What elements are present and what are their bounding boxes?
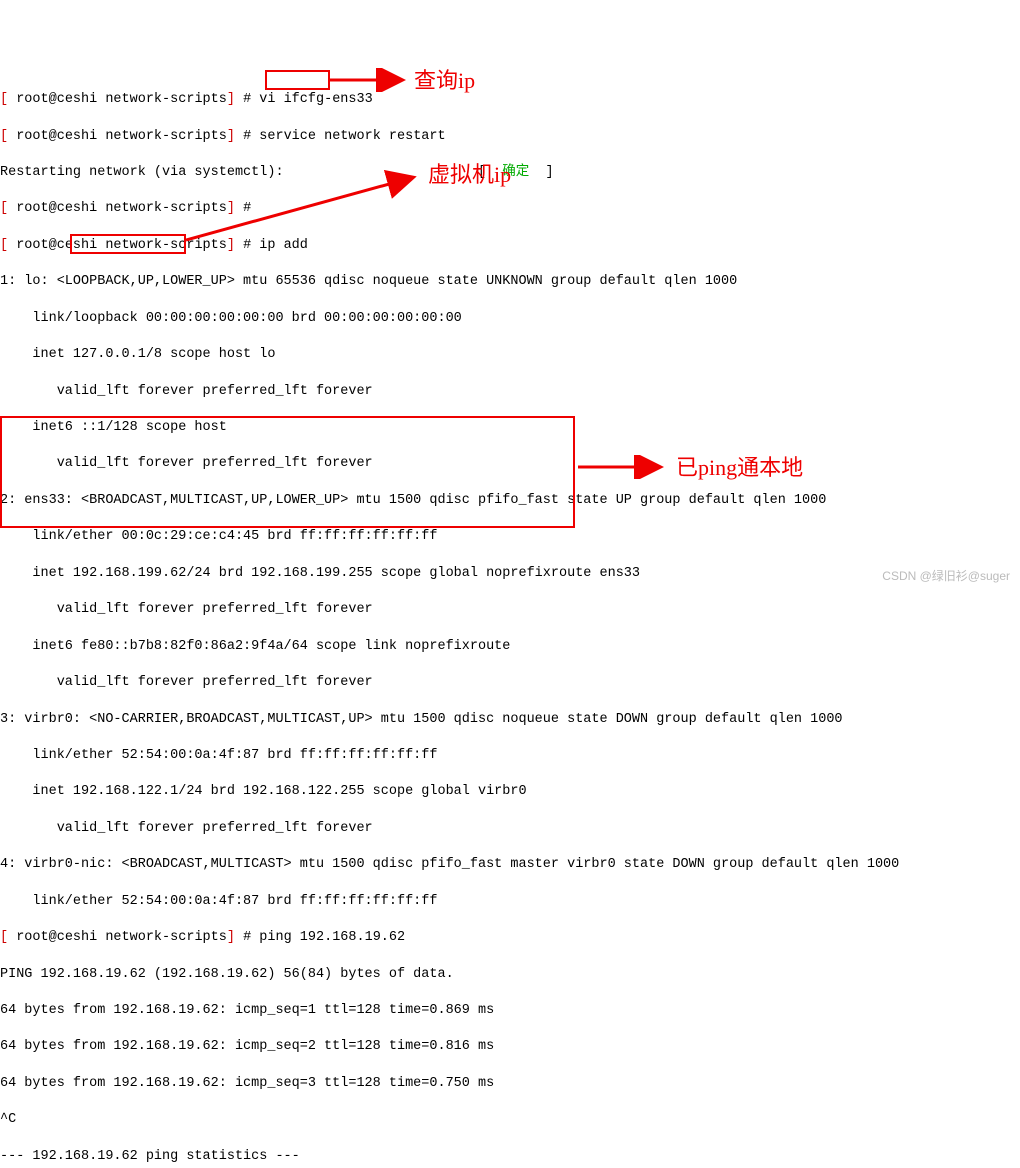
output-line: link/ether 00:0c:29:ce:c4:45 brd ff:ff:f… xyxy=(0,528,1020,546)
output-line: 64 bytes from 192.168.19.62: icmp_seq=1 … xyxy=(0,1002,1020,1020)
prompt-line[interactable]: [ root@ceshi network-scripts] # vi ifcfg… xyxy=(0,91,1020,109)
prompt: root@ceshi network-scripts xyxy=(8,92,227,107)
output-line: valid_lft forever preferred_lft forever xyxy=(0,820,1020,838)
output-line: link/ether 52:54:00:0a:4f:87 brd ff:ff:f… xyxy=(0,893,1020,911)
command-ip-add: ip add xyxy=(259,238,308,253)
prompt-line[interactable]: [ root@ceshi network-scripts] # service … xyxy=(0,128,1020,146)
output-line: inet6 ::1/128 scope host xyxy=(0,419,1020,437)
prompt: root@ceshi network-scripts xyxy=(8,129,227,144)
output-line: inet6 fe80::b7b8:82f0:86a2:9f4a/64 scope… xyxy=(0,638,1020,656)
output-line: 3: virbr0: <NO-CARRIER,BROADCAST,MULTICA… xyxy=(0,711,1020,729)
prompt-line[interactable]: [ root@ceshi network-scripts] # ip add xyxy=(0,237,1020,255)
output-line: 1: lo: <LOOPBACK,UP,LOWER_UP> mtu 65536 … xyxy=(0,273,1020,291)
output-line: valid_lft forever preferred_lft forever xyxy=(0,674,1020,692)
output-line: inet 127.0.0.1/8 scope host lo xyxy=(0,346,1020,364)
prompt: root@ceshi network-scripts xyxy=(8,201,227,216)
prompt-line[interactable]: [ root@ceshi network-scripts] # xyxy=(0,200,1020,218)
output-line: valid_lft forever preferred_lft forever xyxy=(0,383,1020,401)
output-line: inet 192.168.122.1/24 brd 192.168.122.25… xyxy=(0,783,1020,801)
terminal-output: [ root@ceshi network-scripts] # vi ifcfg… xyxy=(0,73,1020,1168)
prompt: root@ceshi network-scripts xyxy=(8,238,227,253)
output-line: 2: ens33: <BROADCAST,MULTICAST,UP,LOWER_… xyxy=(0,492,1020,510)
prompt: root@ceshi network-scripts xyxy=(8,930,227,945)
watermark: CSDN @绿旧衫@suger xyxy=(882,568,1010,584)
output-line: --- 192.168.19.62 ping statistics --- xyxy=(0,1148,1020,1166)
command: vi ifcfg-ens33 xyxy=(259,92,372,107)
command-ping: ping 192.168.19.62 xyxy=(259,930,405,945)
output-line: Restarting network (via systemctl): [ 确定… xyxy=(0,164,1020,182)
output-line: valid_lft forever preferred_lft forever xyxy=(0,455,1020,473)
output-line: 64 bytes from 192.168.19.62: icmp_seq=2 … xyxy=(0,1038,1020,1056)
prompt-line[interactable]: [ root@ceshi network-scripts] # ping 192… xyxy=(0,929,1020,947)
output-line: PING 192.168.19.62 (192.168.19.62) 56(84… xyxy=(0,966,1020,984)
output-line: 4: virbr0-nic: <BROADCAST,MULTICAST> mtu… xyxy=(0,856,1020,874)
output-line: 64 bytes from 192.168.19.62: icmp_seq=3 … xyxy=(0,1075,1020,1093)
command: service network restart xyxy=(259,129,445,144)
output-line: valid_lft forever preferred_lft forever xyxy=(0,601,1020,619)
output-line: link/loopback 00:00:00:00:00:00 brd 00:0… xyxy=(0,310,1020,328)
output-line: ^C xyxy=(0,1111,1020,1129)
ok-status: 确定 xyxy=(502,165,529,180)
output-line: inet 192.168.199.62/24 brd 192.168.199.2… xyxy=(0,565,1020,583)
output-line: link/ether 52:54:00:0a:4f:87 brd ff:ff:f… xyxy=(0,747,1020,765)
